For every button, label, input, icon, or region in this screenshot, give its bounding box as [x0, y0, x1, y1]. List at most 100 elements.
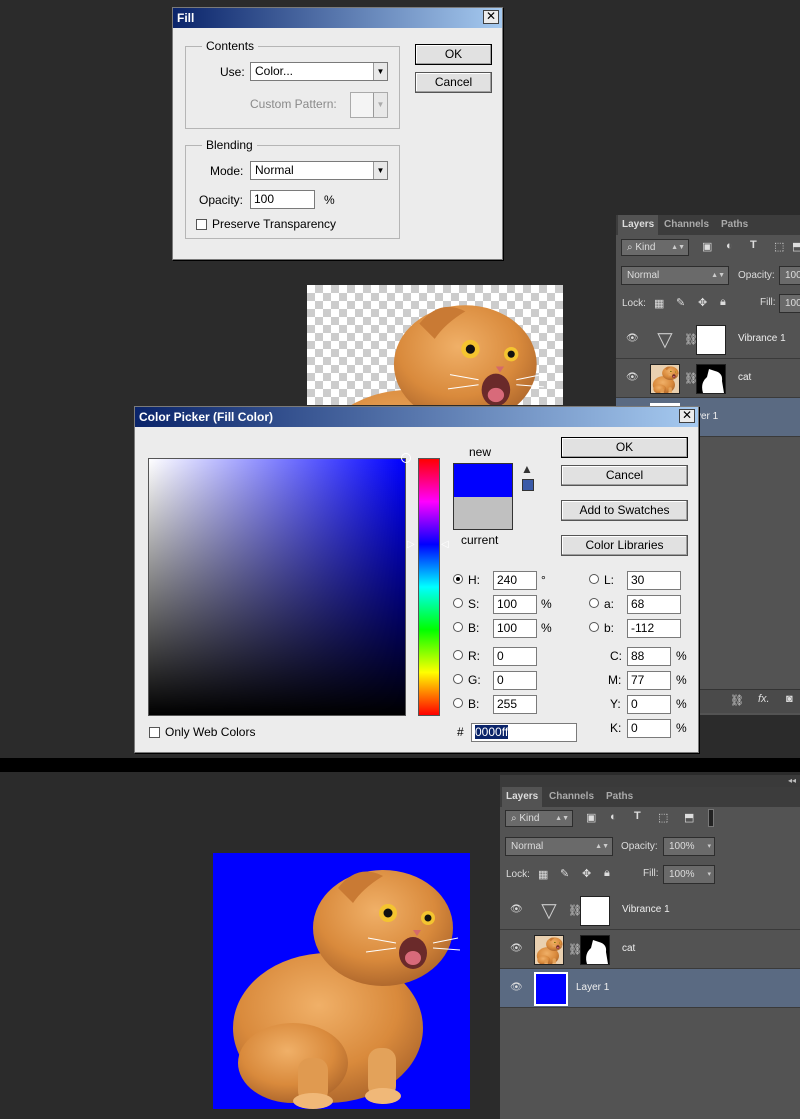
- shape-filter-icon[interactable]: ⬚: [658, 811, 668, 824]
- color-field[interactable]: [148, 453, 411, 716]
- a-input[interactable]: 68: [627, 595, 681, 614]
- shape-filter-icon[interactable]: ⬚: [774, 240, 784, 253]
- lab-b-radio[interactable]: [589, 622, 599, 632]
- b-radio[interactable]: [453, 622, 463, 632]
- canvas-bottom[interactable]: [213, 853, 470, 1109]
- kind-filter-select[interactable]: ⌕ Kind ▲▼: [505, 810, 573, 827]
- brush-icon[interactable]: ✎: [676, 296, 685, 309]
- tab-layers[interactable]: Layers: [618, 215, 659, 235]
- fill-ok-button[interactable]: OK: [415, 44, 492, 65]
- tab-channels[interactable]: Channels: [549, 787, 594, 807]
- l-radio[interactable]: [589, 574, 599, 584]
- tab-channels[interactable]: Channels: [664, 215, 709, 235]
- h-input[interactable]: 240: [493, 571, 537, 590]
- adjustment-filter-icon[interactable]: ◐: [610, 811, 617, 823]
- mode-label: Mode:: [210, 164, 244, 178]
- c-input[interactable]: 88: [627, 647, 671, 666]
- tab-layers[interactable]: Layers: [502, 787, 543, 807]
- eye-icon[interactable]: 👁︎: [510, 904, 523, 915]
- lock-icon[interactable]: 🔒︎: [720, 296, 726, 309]
- m-input[interactable]: 77: [627, 671, 671, 690]
- eye-icon[interactable]: 👁︎: [510, 943, 523, 954]
- tab-paths[interactable]: Paths: [606, 787, 633, 807]
- lock-transparent-icon[interactable]: ▦: [654, 297, 664, 310]
- out-of-gamut-warning-icon[interactable]: ▲: [521, 462, 533, 476]
- fx-icon[interactable]: fx.: [758, 693, 770, 705]
- fill-dialog-title-bar[interactable]: Fill ✕: [173, 8, 502, 28]
- picker-cancel-button[interactable]: Cancel: [561, 465, 688, 486]
- link-layers-icon[interactable]: ⛓︎: [730, 694, 744, 707]
- smart-object-filter-icon[interactable]: ⬒: [684, 811, 694, 824]
- layer-row-cat[interactable]: 👁︎ ⛓︎ cat: [500, 930, 800, 969]
- use-select[interactable]: Color... ▼: [250, 62, 388, 81]
- fill-dialog-close-button[interactable]: ✕: [483, 10, 499, 24]
- type-filter-icon[interactable]: T: [750, 239, 757, 251]
- opacity-input[interactable]: 100: [779, 266, 800, 285]
- blend-mode-select[interactable]: Normal ▲▼: [621, 266, 729, 285]
- r-input[interactable]: 0: [493, 647, 537, 666]
- gamut-color-swatch[interactable]: [522, 479, 534, 491]
- smart-object-filter-icon[interactable]: ⬒: [792, 240, 800, 253]
- layer-thumbnail: [650, 364, 680, 394]
- canvas-top[interactable]: [307, 285, 563, 405]
- a-radio[interactable]: [589, 598, 599, 608]
- lock-transparent-icon[interactable]: ▦: [538, 868, 548, 881]
- tab-paths[interactable]: Paths: [721, 215, 748, 235]
- color-picker-title-bar[interactable]: Color Picker (Fill Color) ✕: [135, 407, 698, 427]
- panel-collapse-bar[interactable]: ◂◂: [500, 775, 800, 787]
- type-filter-icon[interactable]: T: [634, 810, 641, 822]
- layer-row-vibrance[interactable]: 👁︎ ▽ ⛓︎ Vibrance 1: [500, 891, 800, 930]
- l-input[interactable]: 30: [627, 571, 681, 590]
- g-radio[interactable]: [453, 674, 463, 684]
- opacity-label: Opacity:: [621, 841, 658, 852]
- add-mask-icon[interactable]: ◙: [786, 693, 793, 705]
- hex-input[interactable]: 0000ff: [471, 723, 577, 742]
- hue-slider[interactable]: [418, 458, 440, 716]
- move-icon[interactable]: ✥: [698, 296, 707, 309]
- close-icon: ✕: [485, 9, 497, 23]
- image-filter-icon[interactable]: ▣: [702, 240, 712, 253]
- add-to-swatches-button[interactable]: Add to Swatches: [561, 500, 688, 521]
- color-picker-close-button[interactable]: ✕: [679, 409, 695, 423]
- blue-input[interactable]: 255: [493, 695, 537, 714]
- only-web-colors-checkbox[interactable]: [149, 727, 160, 738]
- blue-radio[interactable]: [453, 698, 463, 708]
- r-radio[interactable]: [453, 650, 463, 660]
- picker-ok-button[interactable]: OK: [561, 437, 688, 458]
- eye-icon[interactable]: 👁︎: [510, 982, 523, 993]
- layer-row-cat[interactable]: 👁︎ ⛓︎ cat: [616, 359, 800, 398]
- hue-slider-handle-right[interactable]: ◁: [441, 539, 449, 550]
- image-filter-icon[interactable]: ▣: [586, 811, 596, 824]
- mode-select[interactable]: Normal ▼: [250, 161, 388, 180]
- kind-filter-select[interactable]: ⌕ Kind ▲▼: [621, 239, 689, 256]
- fill-label: Fill:: [643, 868, 659, 879]
- adjustment-filter-icon[interactable]: ◐: [726, 240, 733, 252]
- brush-icon[interactable]: ✎: [560, 867, 569, 880]
- opacity-input[interactable]: 100: [250, 190, 315, 209]
- lock-icon[interactable]: 🔒︎: [604, 867, 610, 880]
- color-libraries-button[interactable]: Color Libraries: [561, 535, 688, 556]
- color-field-cursor[interactable]: [401, 453, 411, 463]
- move-icon[interactable]: ✥: [582, 867, 591, 880]
- fill-input[interactable]: 100% ▾: [663, 865, 715, 884]
- eye-icon[interactable]: 👁︎: [626, 333, 639, 344]
- h-radio[interactable]: [453, 574, 463, 584]
- fill-input[interactable]: 100: [779, 294, 800, 313]
- k-input[interactable]: 0: [627, 719, 671, 738]
- layer-row-vibrance[interactable]: 👁︎ ▽ ⛓︎ Vibrance 1: [616, 320, 800, 359]
- b-input[interactable]: 100: [493, 619, 537, 638]
- s-input[interactable]: 100: [493, 595, 537, 614]
- current-color-swatch[interactable]: [453, 497, 513, 530]
- eye-icon[interactable]: 👁︎: [626, 372, 639, 383]
- blend-mode-select[interactable]: Normal ▲▼: [505, 837, 613, 856]
- filter-toggle[interactable]: [708, 809, 714, 827]
- layer-row-layer1[interactable]: 👁︎ Layer 1: [500, 969, 800, 1008]
- opacity-input[interactable]: 100% ▾: [663, 837, 715, 856]
- y-input[interactable]: 0: [627, 695, 671, 714]
- hue-slider-handle-left[interactable]: ▷: [407, 539, 415, 550]
- fill-cancel-button[interactable]: Cancel: [415, 72, 492, 93]
- g-input[interactable]: 0: [493, 671, 537, 690]
- lab-b-input[interactable]: -112: [627, 619, 681, 638]
- s-radio[interactable]: [453, 598, 463, 608]
- preserve-transparency-checkbox[interactable]: [196, 219, 207, 230]
